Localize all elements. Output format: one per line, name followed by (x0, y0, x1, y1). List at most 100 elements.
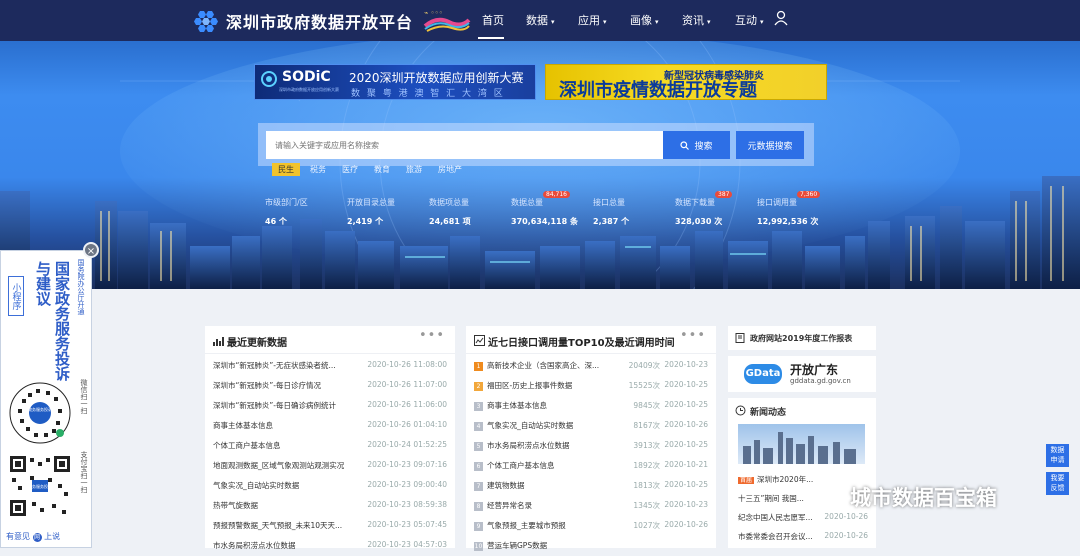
wechat-qr-code[interactable]: 政务服务投诉 (8, 381, 72, 445)
table-row[interactable]: 深圳市“新冠肺炎”-每日确诊病例统计 2020-10-26 11:06:00 (213, 400, 447, 416)
table-row[interactable]: 10 营运车辆GPS数据 (474, 540, 708, 556)
row-count: 3913次 (633, 441, 660, 450)
table-row[interactable]: 8 经营异常名录 1345次 2020-10-23 (474, 500, 708, 516)
table-row[interactable]: 深圳市“新冠肺炎”-无症状感染者统... 2020-10-26 11:08:00 (213, 360, 447, 376)
news-item-date: 2020-10-26 (824, 512, 868, 521)
user-icon[interactable] (774, 10, 788, 26)
nav-portrait[interactable]: 画像 ▾ (630, 12, 659, 28)
skyline-photo (743, 432, 856, 464)
table-row[interactable]: 2 福田区-历史上报事件数据 15525次 2020-10-25 (474, 380, 708, 396)
table-row[interactable]: 深圳市“新冠肺炎”-每日诊疗情况 2020-10-26 11:07:00 (213, 380, 447, 396)
news-title: 新闻动态 (750, 408, 787, 418)
alipay-qr-code[interactable]: 政务服务投诉 (8, 454, 72, 518)
mini-program-tag: 小程序 (8, 276, 24, 316)
stat-label: 数据总量 (511, 198, 543, 207)
nav-data[interactable]: 数据 ▾ (526, 12, 555, 28)
news-item[interactable]: 首届 深圳市2020年... (738, 474, 868, 490)
row-title: 经营异常名录 (487, 501, 532, 510)
search-button-label: 搜索 (694, 141, 713, 152)
row-date: 2020-10-24 01:52:25 (367, 440, 447, 449)
search-box: 搜索 元数据搜索 (258, 123, 814, 166)
stat-data-items: 数据项总量 24,681 项 (429, 197, 471, 227)
chevron-down-icon: ▾ (707, 18, 711, 26)
table-row[interactable]: 地面观测数据_区域气象观测站观测实况 2020-10-23 09:07:16 (213, 460, 447, 476)
table-row[interactable]: 气象实况_自动站实时数据 2020-10-23 09:00:40 (213, 480, 447, 496)
rank-badge: 9 (474, 521, 483, 531)
news-item[interactable]: 纪念中国人民志愿军... 2020-10-26 (738, 512, 868, 528)
tag-real-estate[interactable]: 房地产 (432, 163, 468, 176)
tag-tourism[interactable]: 旅游 (400, 163, 428, 176)
gdata-link[interactable]: GData 开放广东 gddata.gd.gov.cn (728, 356, 876, 392)
annual-report-link[interactable]: 政府网站2019年度工作报表 (728, 326, 876, 350)
table-row[interactable]: 7 建筑物数据 1813次 2020-10-25 (474, 480, 708, 496)
table-row[interactable]: 市水务局积涝点水位数据 2020-10-23 04:57:03 (213, 540, 447, 556)
row-date: 2020-10-25 (664, 380, 708, 389)
table-row[interactable]: 9 气象预报_主要城市预报 1027次 2020-10-26 (474, 520, 708, 536)
table-row[interactable]: 3 商事主体基本信息 9845次 2020-10-25 (474, 400, 708, 416)
table-row[interactable]: 6 个体工商户基本信息 1892次 2020-10-21 (474, 460, 708, 476)
gdata-logo: GData (744, 364, 782, 384)
news-item[interactable]: 市委常委会召开会议... 2020-10-26 (738, 531, 868, 547)
wechat-watermark-icon (813, 484, 844, 508)
card-header: 近七日接口调用量TOP10及最近调用时间 ••• (466, 326, 716, 354)
rank-badge: 1 (474, 361, 483, 371)
rank-badge: 2 (474, 381, 483, 391)
complaint-footer[interactable]: 有意见 网 上说 (6, 531, 60, 542)
nav-interact[interactable]: 互动 ▾ (735, 12, 764, 28)
row-title: 市水务局积涝点水位数据 (487, 441, 570, 450)
stat-value: 2,387 个 (593, 217, 630, 226)
news-image[interactable] (738, 424, 865, 464)
search-button[interactable]: 搜索 (663, 131, 730, 159)
covid-topic-banner[interactable]: 新型冠状病毒感染肺炎 深圳市疫情数据开放专题 (545, 64, 827, 101)
table-row[interactable]: 个体工商户基本信息 2020-10-24 01:52:25 (213, 440, 447, 456)
row-title: 预报预警数据_天气预报_未来10天天... (213, 521, 343, 530)
stat-departments: 市级部门/区 46 个 (265, 197, 308, 227)
svg-text:⌁ ◦◦◦: ⌁ ◦◦◦ (424, 9, 443, 17)
row-title: 热带气旋数据 (213, 501, 258, 510)
table-row[interactable]: 4 气象实况_自动站实时数据 8167次 2020-10-26 (474, 420, 708, 436)
close-icon[interactable]: × (83, 242, 99, 258)
stat-api-total: 接口总量 2,387 个 (593, 197, 629, 227)
nav-apps-label: 应用 (578, 14, 600, 27)
more-icon[interactable]: ••• (680, 328, 706, 343)
news-item-title: 市委常委会召开会议... (738, 532, 813, 541)
hexagon-logo-icon[interactable] (193, 8, 219, 34)
row-date: 2020-10-26 11:08:00 (367, 360, 447, 369)
gdata-url: gddata.gd.gov.cn (790, 377, 851, 385)
footer-text-a: 有意见 (6, 532, 30, 541)
more-icon[interactable]: ••• (419, 328, 445, 343)
search-input[interactable] (266, 131, 663, 159)
row-title: 营运车辆GPS数据 (487, 541, 548, 550)
stat-downloads: 数据下载量 328,030 次 387 (675, 191, 733, 227)
table-row[interactable]: 5 市水务局积涝点水位数据 3913次 2020-10-25 (474, 440, 708, 456)
row-date: 2020-10-23 09:07:16 (367, 460, 447, 469)
news-item[interactable]: 十三五”期间 我国... (738, 493, 868, 509)
data-request-button[interactable]: 数据 申请 (1046, 444, 1069, 467)
row-title: 个体工商户基本信息 (213, 441, 281, 450)
top10-api-card: 近七日接口调用量TOP10及最近调用时间 ••• 1 高新技术企业（含国家高企、深… (466, 326, 716, 551)
row-title: 深圳市“新冠肺炎”-无症状感染者统... (213, 361, 336, 370)
tag-education[interactable]: 教育 (368, 163, 396, 176)
table-row[interactable]: 热带气旋数据 2020-10-23 08:59:38 (213, 500, 447, 516)
table-row[interactable]: 1 高新技术企业（含国家高企、深... 20409次 2020-10-23 (474, 360, 708, 376)
sodic-contest-banner[interactable]: SODiC 深圳市政府数据开放应用创新大赛 2020深圳开放数据应用创新大赛 数… (254, 64, 536, 100)
tag-livelihood[interactable]: 民生 (272, 163, 300, 176)
nav-apps[interactable]: 应用 ▾ (578, 12, 607, 28)
stat-catalogs: 开放目录总量 2,419 个 (347, 197, 395, 227)
table-row[interactable]: 预报预警数据_天气预报_未来10天天... 2020-10-23 05:07:45 (213, 520, 447, 536)
tag-tax[interactable]: 税务 (304, 163, 332, 176)
table-row[interactable]: 商事主体基本信息 2020-10-26 01:04:10 (213, 420, 447, 436)
nav-home[interactable]: 首页 (482, 12, 504, 28)
sodic-logo-text: SODiC (282, 69, 331, 85)
nav-news[interactable]: 资讯 ▾ (682, 12, 711, 28)
rank-badge: 3 (474, 401, 483, 411)
site-title[interactable]: 深圳市政府数据开放平台 (226, 9, 413, 33)
row-count: 1345次 (633, 501, 660, 510)
nav-home-label: 首页 (482, 14, 504, 27)
tag-medical[interactable]: 医疗 (336, 163, 364, 176)
metadata-search-button[interactable]: 元数据搜索 (736, 131, 804, 159)
chevron-down-icon: ▾ (760, 18, 764, 26)
feedback-button[interactable]: 我要 反馈 (1046, 472, 1069, 495)
row-date: 2020-10-26 01:04:10 (367, 420, 447, 429)
news-item-title: 纪念中国人民志愿军... (738, 513, 813, 522)
